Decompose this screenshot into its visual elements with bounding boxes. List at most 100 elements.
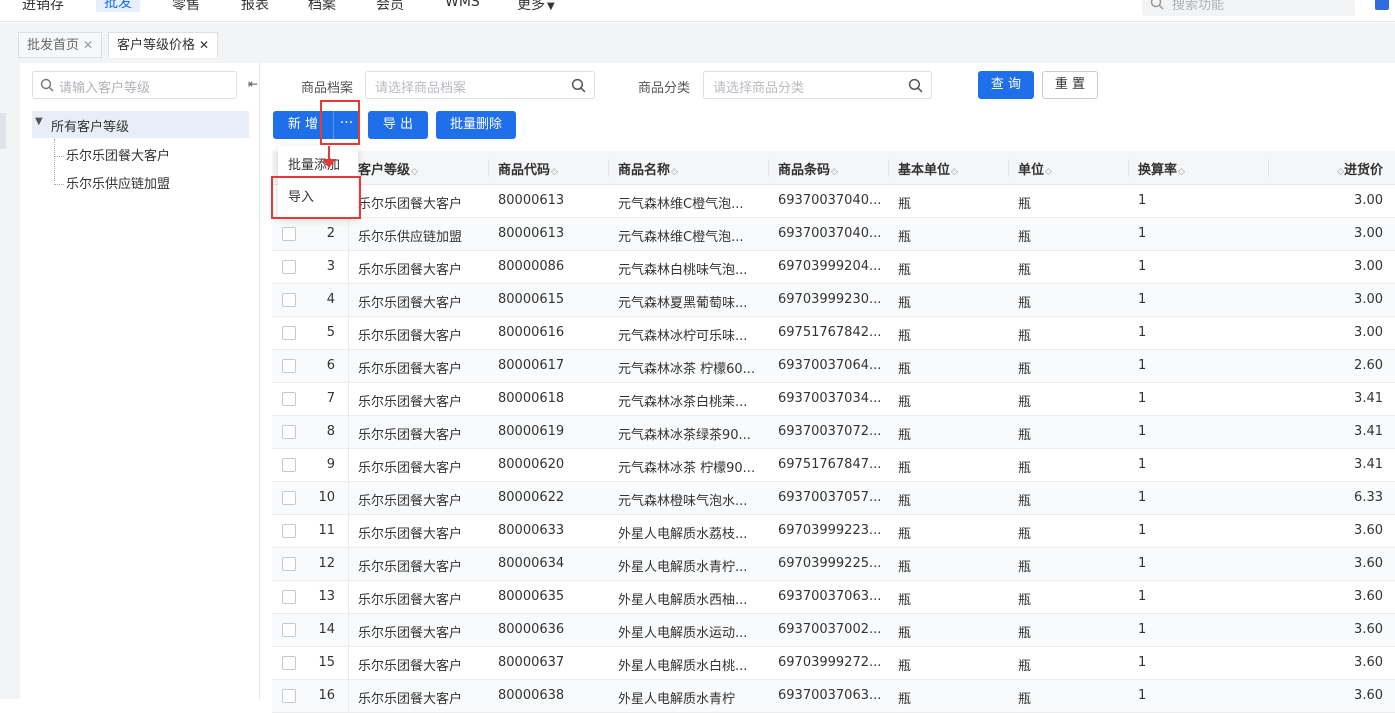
highlight-more-button xyxy=(320,100,360,145)
row-checkbox[interactable] xyxy=(282,623,296,637)
column-separator xyxy=(1268,159,1269,177)
table-row[interactable]: 6 乐尔乐团餐大客户 80000617 元气森林冰茶 柠檬60... 693700370… xyxy=(272,350,1395,383)
table-row[interactable]: 11 乐尔乐团餐大客户 80000633 外星人电解质水荔枝... 6970399922… xyxy=(272,515,1395,548)
cell-barcode: 69370037034... xyxy=(778,391,882,406)
row-checkbox[interactable] xyxy=(282,293,296,307)
table-row[interactable]: 8 乐尔乐团餐大客户 80000619 元气森林冰茶绿茶90... 6937003707… xyxy=(272,416,1395,449)
nav-item-wholesale[interactable]: 批发 xyxy=(96,0,140,12)
cell-base-unit: 瓶 xyxy=(898,230,912,245)
cell-name: 元气森林冰茶绿茶90... xyxy=(618,428,751,443)
tab-wholesale-home[interactable]: 批发首页 ✕ xyxy=(18,32,103,58)
query-button[interactable]: 查 询 xyxy=(978,71,1034,99)
cell-name: 外星人电解质水青柠 xyxy=(618,692,736,707)
row-checkbox[interactable] xyxy=(282,326,296,340)
tree-root-all-levels[interactable]: ▼ 所有客户等级 xyxy=(32,111,249,138)
tree-item-supply-chain[interactable]: 乐尔乐供应链加盟 xyxy=(54,173,170,192)
cell-code: 80000086 xyxy=(498,259,565,274)
row-number: 9 xyxy=(326,457,335,472)
sort-icon[interactable]: ◇ xyxy=(1178,167,1185,177)
cell-rate: 1 xyxy=(1138,589,1147,604)
cell-barcode: 69751767842... xyxy=(778,325,882,340)
column-header-unit[interactable]: 单位◇ xyxy=(1018,159,1052,178)
column-header-name[interactable]: 商品名称◇ xyxy=(618,159,678,178)
cell-barcode: 69370037063... xyxy=(778,688,882,703)
sort-icon[interactable]: ◇ xyxy=(951,167,958,177)
table-row[interactable]: 10 乐尔乐团餐大客户 80000622 元气森林橙味气泡水... 6937003705… xyxy=(272,482,1395,515)
product-category-select[interactable]: 请选择商品分类 xyxy=(703,71,932,99)
table-row[interactable]: 9 乐尔乐团餐大客户 80000620 元气森林冰茶 柠檬90... 697517678… xyxy=(272,449,1395,482)
nav-item-reports[interactable]: 报表 xyxy=(241,0,269,14)
table-row[interactable]: 15 乐尔乐团餐大客户 80000637 外星人电解质水白桃... 6970399927… xyxy=(272,647,1395,680)
column-header-barcode[interactable]: 商品条码◇ xyxy=(778,159,838,178)
table-row[interactable]: 7 乐尔乐团餐大客户 80000618 元气森林冰茶白桃茉... 69370037034… xyxy=(272,383,1395,416)
collapse-sidebar-icon[interactable]: ⇤ xyxy=(248,77,258,91)
chevron-down-icon[interactable]: ▼ xyxy=(35,116,43,127)
nav-item-wms[interactable]: WMS xyxy=(445,0,480,10)
row-checkbox[interactable] xyxy=(282,359,296,373)
column-header-base-unit[interactable]: 基本单位◇ xyxy=(898,159,958,178)
table-row[interactable]: 14 乐尔乐团餐大客户 80000636 外星人电解质水运动... 6937003700… xyxy=(272,614,1395,647)
column-header-price[interactable]: ◇进货价 xyxy=(1336,159,1383,178)
cell-base-unit: 瓶 xyxy=(898,560,912,575)
row-number: 4 xyxy=(326,292,335,307)
row-checkbox[interactable] xyxy=(282,227,296,241)
table-row[interactable]: 16 乐尔乐团餐大客户 80000638 外星人电解质水青柠 69370037063..… xyxy=(272,680,1395,713)
table-row[interactable]: 5 乐尔乐团餐大客户 80000616 元气森林冰柠可乐味... 69751767842… xyxy=(272,317,1395,350)
product-category-label: 商品分类 xyxy=(638,81,691,96)
cell-rate: 1 xyxy=(1138,226,1147,241)
table-row[interactable]: 2 乐尔乐供应链加盟 80000613 元气森林维C橙气泡... 69370037040… xyxy=(272,218,1395,251)
cell-rate: 1 xyxy=(1138,490,1147,505)
cell-barcode: 69370037063... xyxy=(778,589,882,604)
app-icon[interactable] xyxy=(1375,0,1389,10)
row-checkbox[interactable] xyxy=(282,557,296,571)
sort-icon[interactable]: ◇ xyxy=(1045,167,1052,177)
cell-name: 外星人电解质水荔枝... xyxy=(618,527,748,542)
row-checkbox[interactable] xyxy=(282,425,296,439)
table-row[interactable]: 1 乐尔乐团餐大客户 80000613 元气森林维C橙气泡... 69370037040… xyxy=(272,185,1395,218)
batch-delete-button[interactable]: 批量删除 xyxy=(436,111,516,139)
row-separator xyxy=(348,416,349,449)
cell-barcode: 69370037072... xyxy=(778,424,882,439)
close-icon[interactable]: ✕ xyxy=(83,38,93,52)
close-icon[interactable]: ✕ xyxy=(199,38,209,52)
product-archive-select[interactable]: 请选择商品档案 xyxy=(365,71,595,99)
row-number: 3 xyxy=(326,259,335,274)
customer-level-sidebar: 请输入客户等级 ⇤ ▼ 所有客户等级 乐尔乐团餐大客户 乐尔乐供应链加盟 xyxy=(20,63,260,699)
tab-customer-level-price[interactable]: 客户等级价格 ✕ xyxy=(108,32,219,58)
customer-level-search-input[interactable]: 请输入客户等级 xyxy=(32,71,237,99)
nav-item-more[interactable]: 更多 ▼ xyxy=(517,0,555,14)
reset-button[interactable]: 重 置 xyxy=(1042,71,1098,99)
export-button[interactable]: 导 出 xyxy=(368,111,428,139)
row-checkbox[interactable] xyxy=(282,524,296,538)
row-checkbox[interactable] xyxy=(282,260,296,274)
sort-icon[interactable]: ◇ xyxy=(411,167,418,177)
sort-icon[interactable]: ◇ xyxy=(1337,167,1344,177)
tree-item-group-meal[interactable]: 乐尔乐团餐大客户 xyxy=(54,145,170,164)
sort-icon[interactable]: ◇ xyxy=(831,167,838,177)
row-checkbox[interactable] xyxy=(282,458,296,472)
table-row[interactable]: 12 乐尔乐团餐大客户 80000634 外星人电解质水青柠... 6970399922… xyxy=(272,548,1395,581)
nav-item-archives[interactable]: 档案 xyxy=(308,0,336,14)
table-row[interactable]: 13 乐尔乐团餐大客户 80000635 外星人电解质水西柚... 6937003706… xyxy=(272,581,1395,614)
row-checkbox[interactable] xyxy=(282,656,296,670)
nav-item-members[interactable]: 会员 xyxy=(376,0,404,14)
row-checkbox[interactable] xyxy=(282,392,296,406)
nav-item-purchase-sales[interactable]: 进销存 xyxy=(22,0,64,14)
table-row[interactable]: 4 乐尔乐团餐大客户 80000615 元气森林夏黑葡萄味... 69703999230… xyxy=(272,284,1395,317)
cell-name: 外星人电解质水西柚... xyxy=(618,593,748,608)
table-row[interactable]: 3 乐尔乐团餐大客户 80000086 元气森林白桃味气泡... 69703999204… xyxy=(272,251,1395,284)
column-header-code[interactable]: 商品代码◇ xyxy=(498,159,558,178)
row-checkbox[interactable] xyxy=(282,590,296,604)
function-search-input[interactable]: 搜索功能 xyxy=(1142,0,1355,16)
nav-item-retail[interactable]: 零售 xyxy=(172,0,200,14)
sort-icon[interactable]: ◇ xyxy=(551,167,558,177)
column-header-rate[interactable]: 换算率◇ xyxy=(1138,159,1185,178)
row-checkbox[interactable] xyxy=(282,491,296,505)
cell-price: 3.00 xyxy=(1354,292,1383,307)
sort-icon[interactable]: ◇ xyxy=(671,167,678,177)
cell-rate: 1 xyxy=(1138,358,1147,373)
row-separator xyxy=(348,515,349,548)
row-checkbox[interactable] xyxy=(282,689,296,703)
column-header-level[interactable]: 客户等级◇ xyxy=(358,159,418,178)
product-category-placeholder: 请选择商品分类 xyxy=(713,81,805,96)
